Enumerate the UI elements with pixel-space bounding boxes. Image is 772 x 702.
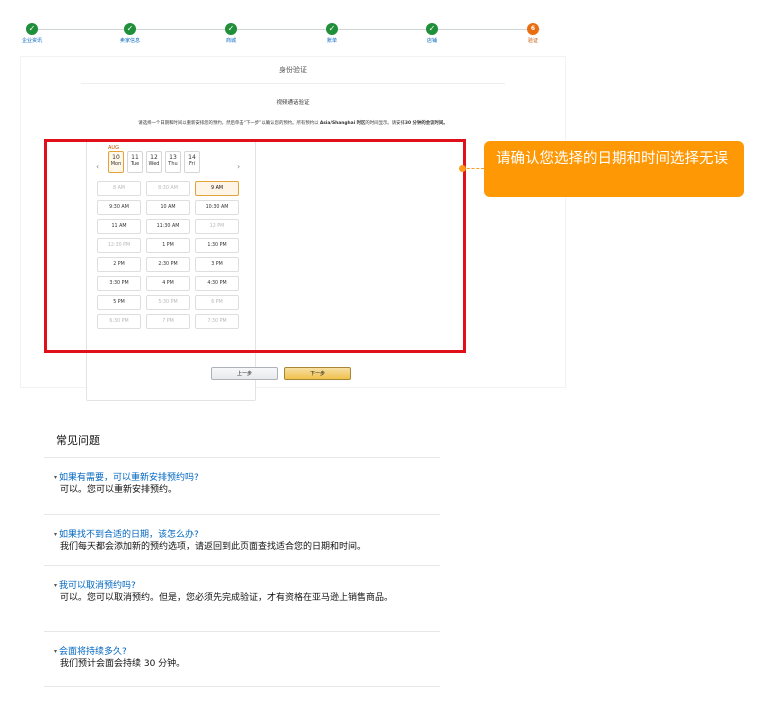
progress-stepper: ✓ 企业资讯 ✓ 卖家信息 ✓ 商城 ✓ 账单 ✓ 店铺 6 验证 xyxy=(14,20,560,46)
next-step-button[interactable]: 下一步 xyxy=(284,367,351,380)
divider xyxy=(81,83,505,84)
step-number-badge: 6 xyxy=(527,23,539,35)
highlight-box xyxy=(44,139,466,353)
callout-connector-line xyxy=(462,168,484,169)
stepper-line xyxy=(32,29,540,30)
instructions-timezone: Asia/Shanghai 时区 xyxy=(319,121,366,126)
step-label: 店铺 xyxy=(426,38,437,44)
step-label: 商城 xyxy=(225,38,236,44)
faq-answer: 我们每天都会添加新的预约选项，请返回到此页面查找适合您的日期和时间。 xyxy=(60,542,367,552)
instructions-pre: 请选择一个日期和时间以重新安排您的预约，然后单击“下一步”以确认您的预约。所有预… xyxy=(138,121,320,126)
faq-title: 常见问题 xyxy=(44,424,440,458)
instructions-mid: 的时间显示。请安排 xyxy=(365,121,405,126)
faq-item: ▾ 如果找不到合适的日期，该怎么办? 我们每天都会添加新的预约选项，请返回到此页面… xyxy=(44,515,440,566)
checkmark-icon: ✓ xyxy=(26,23,38,35)
previous-step-button[interactable]: 上一步 xyxy=(211,367,278,380)
step-company-info: ✓ 企业资讯 xyxy=(12,20,52,44)
faq-question[interactable]: ▾ 如果有需要，可以重新安排预约吗? xyxy=(54,472,440,484)
instructions-text: 请选择一个日期和时间以重新安排您的预约，然后单击“下一步”以确认您的预约。所有预… xyxy=(21,120,565,126)
faq-question-text: 如果找不到合适的日期，该怎么办? xyxy=(59,530,199,540)
step-seller-info: ✓ 卖家信息 xyxy=(110,20,150,44)
instructions-duration: 30 分钟的会议时间。 xyxy=(404,121,448,126)
checkmark-icon: ✓ xyxy=(426,23,438,35)
step-label: 卖家信息 xyxy=(119,38,140,44)
faq-section: 常见问题 ▾ 如果有需要，可以重新安排预约吗? 可以。您可以重新安排预约。 ▾ 如果… xyxy=(44,424,440,687)
faq-item: ▾ 如果有需要，可以重新安排预约吗? 可以。您可以重新安排预约。 xyxy=(44,458,440,515)
page-title: 身份验证 xyxy=(279,66,307,74)
step-store: ✓ 店铺 xyxy=(412,20,452,44)
faq-question[interactable]: ▾ 如果找不到合适的日期，该怎么办? xyxy=(54,529,440,541)
checkmark-icon: ✓ xyxy=(124,23,136,35)
step-billing: ✓ 账单 xyxy=(312,20,352,44)
faq-item: ▾ 会面将持续多久? 我们预计会面会持续 30 分钟。 xyxy=(44,632,440,687)
navigation-buttons: 上一步 下一步 xyxy=(21,367,565,381)
caret-down-icon: ▾ xyxy=(54,531,58,538)
step-label: 账单 xyxy=(326,38,337,44)
caret-down-icon: ▾ xyxy=(54,648,58,655)
section-title: 视频通话验证 xyxy=(276,100,310,106)
faq-question-text: 如果有需要，可以重新安排预约吗? xyxy=(59,473,199,483)
faq-item: ▾ 我可以取消预约吗? 可以。您可以取消预约。但是，您必须先完成验证，才有资格在亚… xyxy=(44,566,440,632)
caret-down-icon: ▾ xyxy=(54,474,58,481)
checkmark-icon: ✓ xyxy=(225,23,237,35)
step-label: 企业资讯 xyxy=(21,38,42,44)
faq-question-text: 我可以取消预约吗? xyxy=(59,581,136,591)
faq-question-text: 会面将持续多久? xyxy=(59,647,127,657)
checkmark-icon: ✓ xyxy=(326,23,338,35)
step-label: 验证 xyxy=(527,38,538,44)
step-verification: 6 验证 xyxy=(513,20,553,44)
callout-tooltip: 请确认您选择的日期和时间选择无误 xyxy=(484,141,744,197)
faq-answer: 可以。您可以重新安排预约。 xyxy=(60,485,178,495)
faq-answer: 可以。您可以取消预约。但是，您必须先完成验证，才有资格在亚马逊上销售商品。 xyxy=(60,593,394,603)
caret-down-icon: ▾ xyxy=(54,582,58,589)
faq-question[interactable]: ▾ 会面将持续多久? xyxy=(54,646,440,658)
faq-answer: 我们预计会面会持续 30 分钟。 xyxy=(60,659,186,669)
step-marketplace: ✓ 商城 xyxy=(211,20,251,44)
faq-question[interactable]: ▾ 我可以取消预约吗? xyxy=(54,580,440,592)
